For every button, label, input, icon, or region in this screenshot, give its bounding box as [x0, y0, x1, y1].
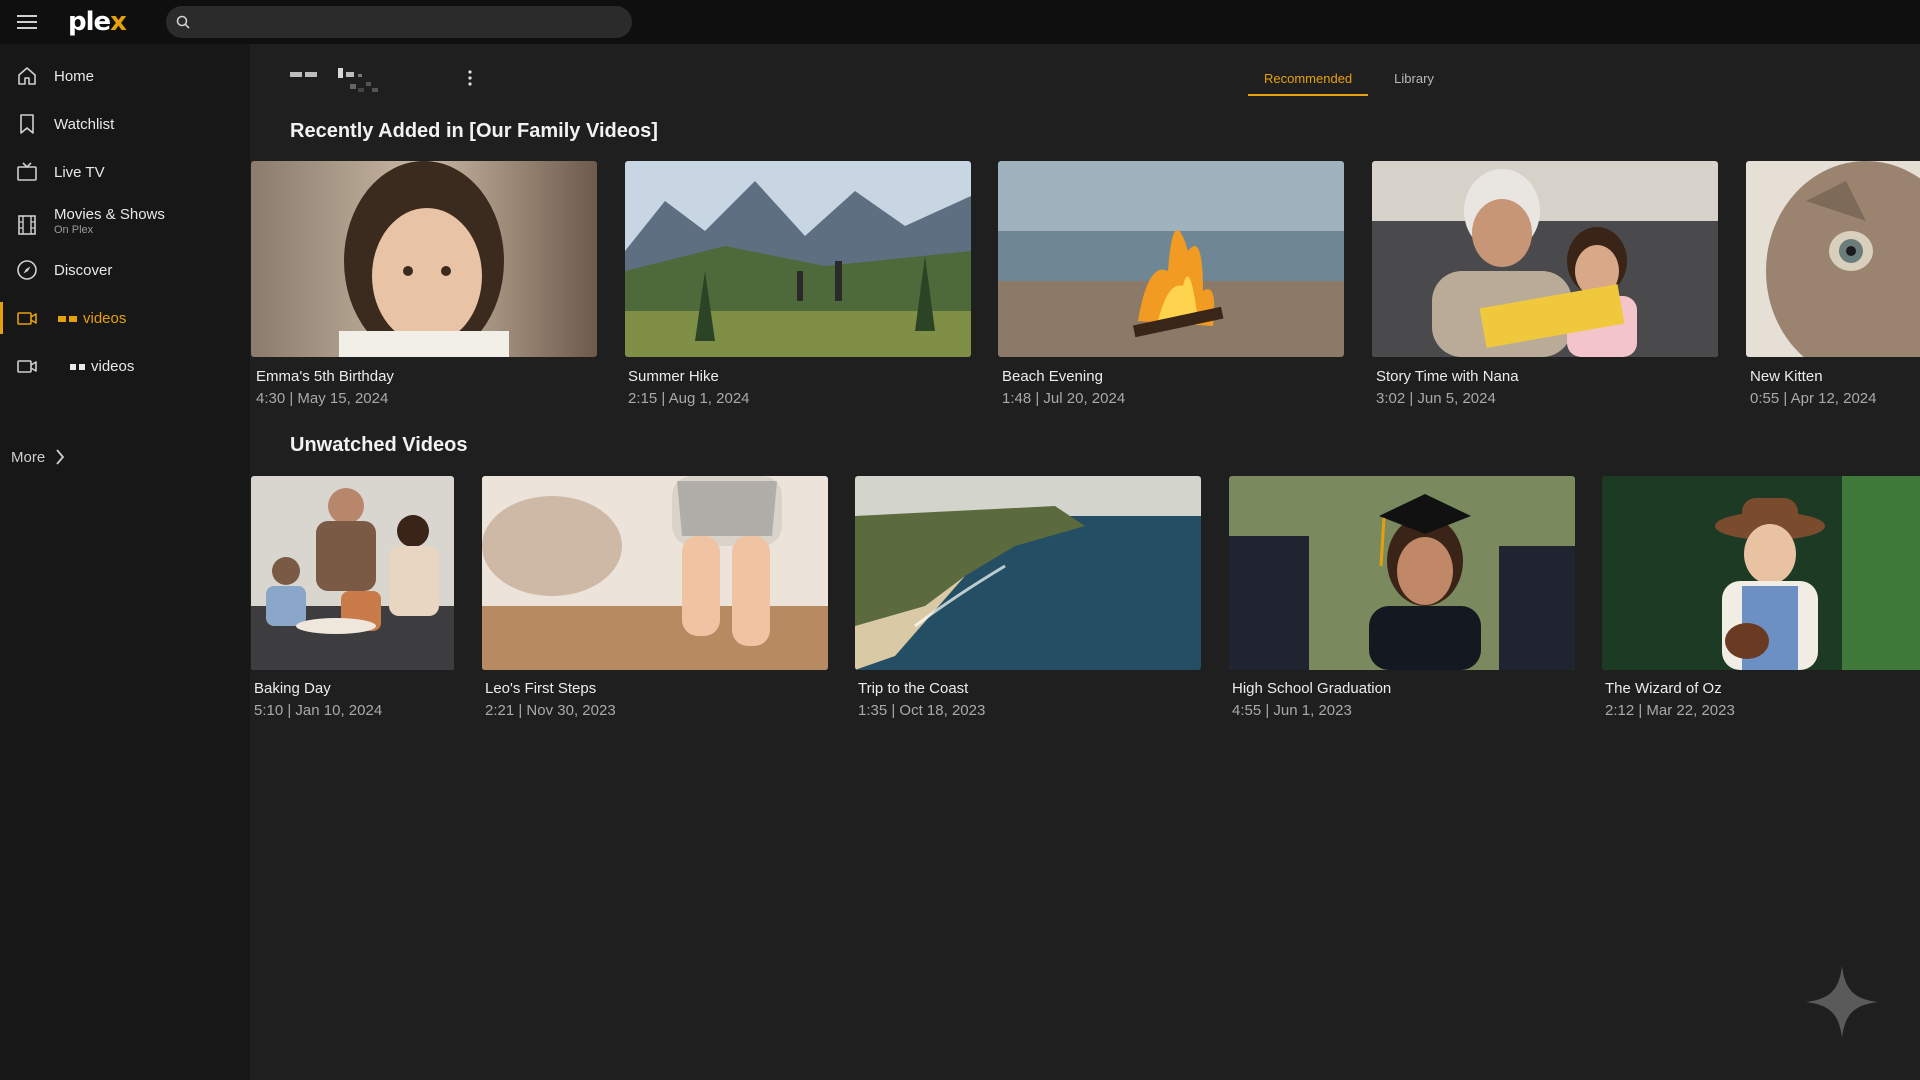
- video-title: Beach Evening: [1002, 368, 1103, 385]
- search-bar[interactable]: [166, 6, 632, 38]
- main-content: Recommended Library Recently Added in [O…: [250, 44, 1920, 1080]
- sidebar-item-videos[interactable]: videos: [0, 344, 250, 388]
- section-title-recently-added: Recently Added in [Our Family Videos]: [290, 120, 658, 142]
- tab-recommended[interactable]: Recommended: [1248, 64, 1369, 96]
- video-thumbnail: [1372, 161, 1718, 357]
- video-title: Trip to the Coast: [858, 680, 969, 697]
- video-card[interactable]: [998, 161, 1344, 357]
- kebab-icon: [468, 70, 472, 86]
- more-options-button[interactable]: [462, 66, 478, 90]
- video-meta: 1:35 | Oct 18, 2023: [858, 702, 986, 719]
- video-camera-icon: [15, 354, 39, 378]
- video-card[interactable]: [1372, 161, 1718, 357]
- video-card[interactable]: [625, 161, 971, 357]
- sidebar-item-home[interactable]: Home: [0, 54, 250, 98]
- video-title: The Wizard of Oz: [1605, 680, 1722, 697]
- sidebar-item-label: videos: [58, 310, 126, 327]
- sidebar-item-label: videos: [70, 358, 134, 375]
- tab-library[interactable]: Library: [1378, 64, 1450, 92]
- sidebar-item-videos-active[interactable]: videos: [0, 296, 250, 340]
- video-thumbnail: [998, 161, 1344, 357]
- sidebar-item-label: Watchlist: [54, 115, 115, 133]
- library-title-redacted: [290, 68, 378, 92]
- search-icon: [176, 15, 190, 29]
- top-bar: plex: [0, 0, 1920, 44]
- video-thumbnail: [482, 476, 828, 670]
- video-title: Summer Hike: [628, 368, 719, 385]
- menu-button[interactable]: [0, 0, 54, 44]
- sidebar-item-discover[interactable]: Discover: [0, 248, 250, 292]
- video-card[interactable]: [855, 476, 1201, 670]
- bookmark-icon: [15, 112, 39, 136]
- video-title: Baking Day: [254, 680, 331, 697]
- video-thumbnail: [1602, 476, 1920, 670]
- section-title-unwatched: Unwatched Videos: [290, 434, 468, 456]
- video-card[interactable]: [1602, 476, 1920, 670]
- video-card[interactable]: [1229, 476, 1575, 670]
- video-card[interactable]: [251, 476, 454, 670]
- redacted-blocks: [58, 315, 77, 322]
- video-thumbnail: [1746, 161, 1920, 357]
- video-meta: 2:12 | Mar 22, 2023: [1605, 702, 1735, 719]
- video-thumbnail: [251, 161, 597, 357]
- video-card[interactable]: [1746, 161, 1920, 357]
- film-icon: [15, 213, 39, 237]
- sidebar: Home Watchlist Live TV Movies & Shows On…: [0, 44, 250, 1080]
- sparkle-icon: [1806, 966, 1878, 1038]
- video-meta: 0:55 | Apr 12, 2024: [1750, 390, 1877, 407]
- video-thumbnail: [251, 476, 454, 670]
- plex-logo[interactable]: plex: [68, 7, 144, 37]
- sidebar-item-sublabel: On Plex: [54, 224, 94, 236]
- hamburger-icon: [17, 15, 37, 29]
- video-thumbnail: [1229, 476, 1575, 670]
- video-meta: 1:48 | Jul 20, 2024: [1002, 390, 1126, 407]
- video-meta: 2:21 | Nov 30, 2023: [485, 702, 616, 719]
- video-thumbnail: [855, 476, 1201, 670]
- redacted-blocks: [70, 363, 85, 370]
- video-meta: 4:55 | Jun 1, 2023: [1232, 702, 1352, 719]
- sidebar-item-live-tv[interactable]: Live TV: [0, 150, 250, 194]
- video-meta: 4:30 | May 15, 2024: [256, 390, 389, 407]
- video-camera-icon: [15, 306, 39, 330]
- home-icon: [15, 64, 39, 88]
- video-title: Leo's First Steps: [485, 680, 597, 697]
- video-title: Story Time with Nana: [1376, 368, 1519, 385]
- sidebar-item-label: Discover: [54, 261, 113, 279]
- sidebar-item-movies-shows[interactable]: Movies & Shows On Plex: [0, 198, 250, 252]
- sidebar-item-label: Movies & Shows: [54, 206, 165, 223]
- view-tabs: Recommended Library: [1248, 64, 1450, 96]
- more-label: More: [11, 448, 46, 466]
- video-meta: 3:02 | Jun 5, 2024: [1376, 390, 1496, 407]
- video-title: High School Graduation: [1232, 680, 1392, 697]
- video-title: Emma's 5th Birthday: [256, 368, 394, 385]
- compass-icon: [15, 258, 39, 282]
- video-card[interactable]: [482, 476, 828, 670]
- video-title: New Kitten: [1750, 368, 1823, 385]
- sidebar-item-label: Home: [54, 67, 95, 85]
- search-input[interactable]: [198, 14, 632, 30]
- sidebar-more-button[interactable]: More: [0, 437, 250, 477]
- chevron-right-icon: [56, 449, 65, 465]
- sidebar-item-label: Live TV: [54, 163, 105, 181]
- video-meta: 5:10 | Jan 10, 2024: [254, 702, 383, 719]
- video-card[interactable]: [251, 161, 597, 357]
- sidebar-item-watchlist[interactable]: Watchlist: [0, 102, 250, 146]
- tv-icon: [15, 160, 39, 184]
- video-thumbnail: [625, 161, 971, 357]
- video-meta: 2:15 | Aug 1, 2024: [628, 390, 750, 407]
